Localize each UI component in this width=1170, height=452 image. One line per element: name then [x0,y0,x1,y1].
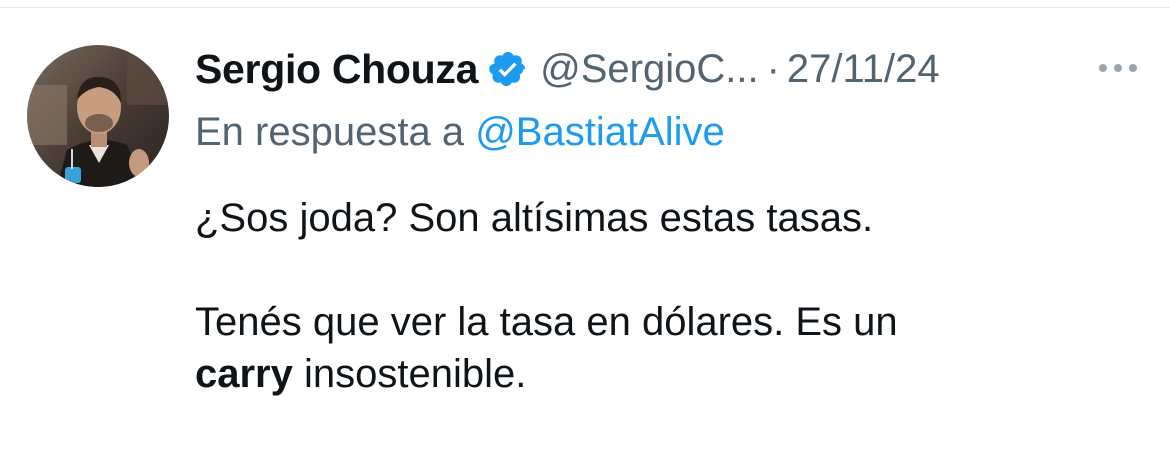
tweet-date[interactable]: 27/11/24 [787,47,940,92]
top-divider [0,7,1170,8]
tweet-paragraph: ¿Sos joda? Son altísimas estas tasas. [195,196,874,240]
tweet-line: Tenés que ver la tasa en dólares. Es un [195,300,898,344]
tweet-header: Sergio Chouza @SergioC... · 27/11/24 [195,40,940,98]
reply-context: En respuesta a @BastiatAlive [195,110,725,155]
avatar-photo [27,45,169,187]
more-dot [1099,64,1107,72]
author-display-name[interactable]: Sergio Chouza [195,46,478,93]
bold-word: carry [195,352,293,396]
more-options-icon[interactable] [1090,50,1146,86]
separator-dot: · [766,46,780,91]
author-handle[interactable]: @SergioC... [540,47,758,92]
verified-badge-icon [488,49,528,89]
more-dot [1129,64,1137,72]
reply-mention-link[interactable]: @BastiatAlive [475,110,725,154]
reply-prefix: En respuesta a [195,110,465,154]
avatar[interactable] [27,45,169,187]
tweet-text-rest: insostenible. [292,352,527,396]
tweet-body: ¿Sos joda? Son altísimas estas tasas. Te… [195,192,1135,400]
tweet-paragraph: Tenés que ver la tasa en dólares. Es un c… [195,296,1135,400]
more-dot [1114,64,1122,72]
